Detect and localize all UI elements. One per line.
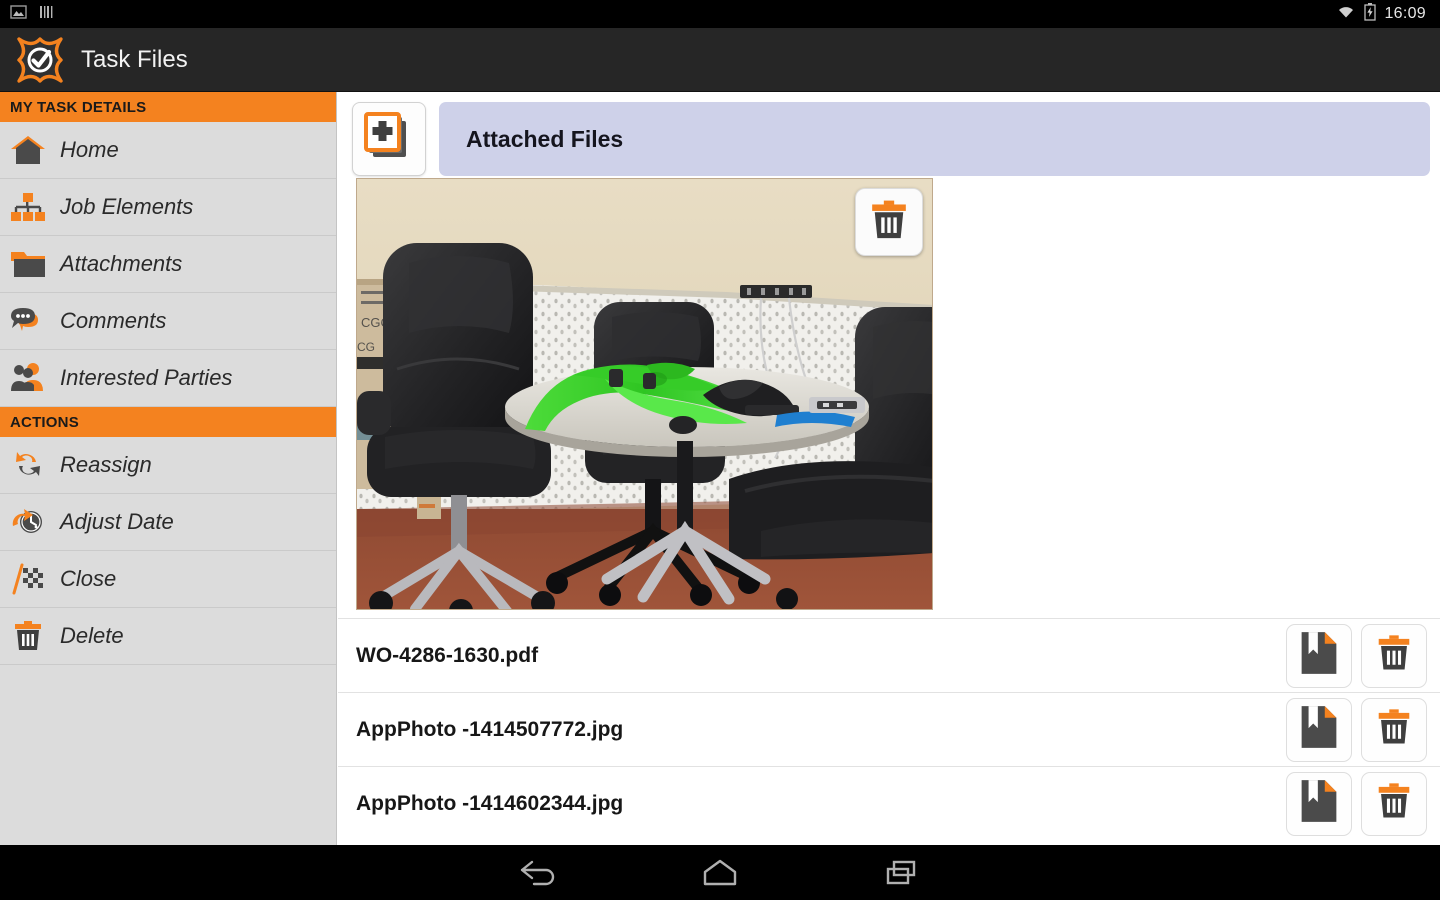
trash-icon bbox=[1374, 780, 1414, 827]
photo-delete-button[interactable] bbox=[855, 188, 923, 256]
trash-icon bbox=[8, 616, 48, 656]
clock-arrow-icon bbox=[8, 502, 48, 542]
status-bar-clock: 16:09 bbox=[1384, 5, 1426, 22]
svg-text:CG: CG bbox=[357, 340, 375, 354]
sidebar-item-close[interactable]: Close bbox=[0, 551, 336, 608]
home-icon bbox=[8, 130, 48, 170]
status-bar: 16:09 bbox=[0, 0, 1440, 28]
document-bookmark-icon bbox=[1299, 631, 1339, 680]
sidebar-item-label: Home bbox=[60, 137, 119, 162]
sidebar-item-label: Attachments bbox=[60, 251, 183, 276]
sidebar-item-delete[interactable]: Delete bbox=[0, 608, 336, 665]
sidebar-item-label: Comments bbox=[60, 308, 167, 333]
delete-file-button[interactable] bbox=[1361, 697, 1427, 762]
sidebar-item-attachments[interactable]: Attachments bbox=[0, 236, 336, 293]
add-file-button[interactable] bbox=[352, 102, 426, 176]
sidebar-item-comments[interactable]: Comments bbox=[0, 293, 336, 350]
battery-charging-icon bbox=[1364, 2, 1377, 26]
attached-files-label: Attached Files bbox=[466, 125, 624, 152]
barcode-icon bbox=[39, 4, 55, 25]
delete-file-button[interactable] bbox=[1361, 623, 1427, 688]
sidebar-section-actions: ACTIONS bbox=[0, 407, 336, 437]
sidebar-item-label: Close bbox=[60, 566, 117, 591]
sidebar-item-adjust-date[interactable]: Adjust Date bbox=[0, 494, 336, 551]
attached-files-header: Attached Files bbox=[338, 92, 1440, 178]
file-name: AppPhoto -1414507772.jpg bbox=[356, 717, 624, 741]
people-icon bbox=[8, 358, 48, 398]
document-bookmark-icon bbox=[1299, 705, 1339, 754]
sidebar-item-job-elements[interactable]: Job Elements bbox=[0, 179, 336, 236]
content-area: MY TASK DETAILS Home Job Elements Attach… bbox=[0, 92, 1440, 845]
status-bar-left-icons bbox=[0, 4, 55, 25]
wifi-icon bbox=[1336, 4, 1356, 25]
reassign-arrows-icon bbox=[8, 445, 48, 485]
recent-apps-icon[interactable] bbox=[878, 856, 924, 890]
open-file-button[interactable] bbox=[1286, 771, 1352, 836]
photo-preview[interactable]: CGC CG bbox=[356, 178, 933, 610]
android-nav-bar bbox=[0, 845, 1440, 900]
folder-icon bbox=[8, 244, 48, 284]
trash-icon bbox=[1374, 632, 1414, 679]
status-bar-right-icons: 16:09 bbox=[1336, 2, 1440, 26]
task-check-logo-icon[interactable] bbox=[16, 36, 64, 84]
sidebar-item-interested-parties[interactable]: Interested Parties bbox=[0, 350, 336, 407]
page-title: Task Files bbox=[81, 45, 188, 73]
table-row[interactable]: AppPhoto -1414602344.jpg bbox=[338, 766, 1440, 840]
table-row[interactable]: AppPhoto -1414507772.jpg bbox=[338, 692, 1440, 766]
back-icon[interactable] bbox=[516, 856, 562, 890]
speech-bubble-icon bbox=[8, 301, 48, 341]
sidebar-item-home[interactable]: Home bbox=[0, 122, 336, 179]
sidebar: MY TASK DETAILS Home Job Elements Attach… bbox=[0, 92, 337, 845]
sidebar-section-task-details: MY TASK DETAILS bbox=[0, 92, 336, 122]
sitemap-icon bbox=[8, 187, 48, 227]
open-file-button[interactable] bbox=[1286, 697, 1352, 762]
sidebar-item-label: Adjust Date bbox=[60, 509, 174, 534]
office-photo-image: CGC CG bbox=[357, 179, 932, 609]
app-action-bar: Task Files bbox=[0, 28, 1440, 92]
main-panel: Attached Files CGC CG WO-4286-1630.pdf A… bbox=[338, 92, 1440, 845]
sidebar-item-label: Delete bbox=[60, 623, 124, 648]
document-bookmark-icon bbox=[1299, 779, 1339, 828]
checkered-flag-icon bbox=[8, 559, 48, 599]
add-file-icon bbox=[364, 111, 414, 167]
file-list: WO-4286-1630.pdf AppPhoto -1414507772.jp… bbox=[338, 618, 1440, 840]
file-name: WO-4286-1630.pdf bbox=[356, 643, 539, 667]
open-file-button[interactable] bbox=[1286, 623, 1352, 688]
trash-icon bbox=[867, 198, 911, 247]
sidebar-item-reassign[interactable]: Reassign bbox=[0, 437, 336, 494]
sidebar-item-label: Interested Parties bbox=[60, 365, 233, 390]
trash-icon bbox=[1374, 706, 1414, 753]
image-icon bbox=[10, 4, 27, 25]
file-name: AppPhoto -1414602344.jpg bbox=[356, 791, 624, 815]
sidebar-item-label: Reassign bbox=[60, 452, 152, 477]
home-icon[interactable] bbox=[697, 856, 743, 890]
table-row[interactable]: WO-4286-1630.pdf bbox=[338, 618, 1440, 692]
delete-file-button[interactable] bbox=[1361, 771, 1427, 836]
sidebar-item-label: Job Elements bbox=[60, 194, 194, 219]
attached-files-title-bar: Attached Files bbox=[439, 102, 1430, 176]
